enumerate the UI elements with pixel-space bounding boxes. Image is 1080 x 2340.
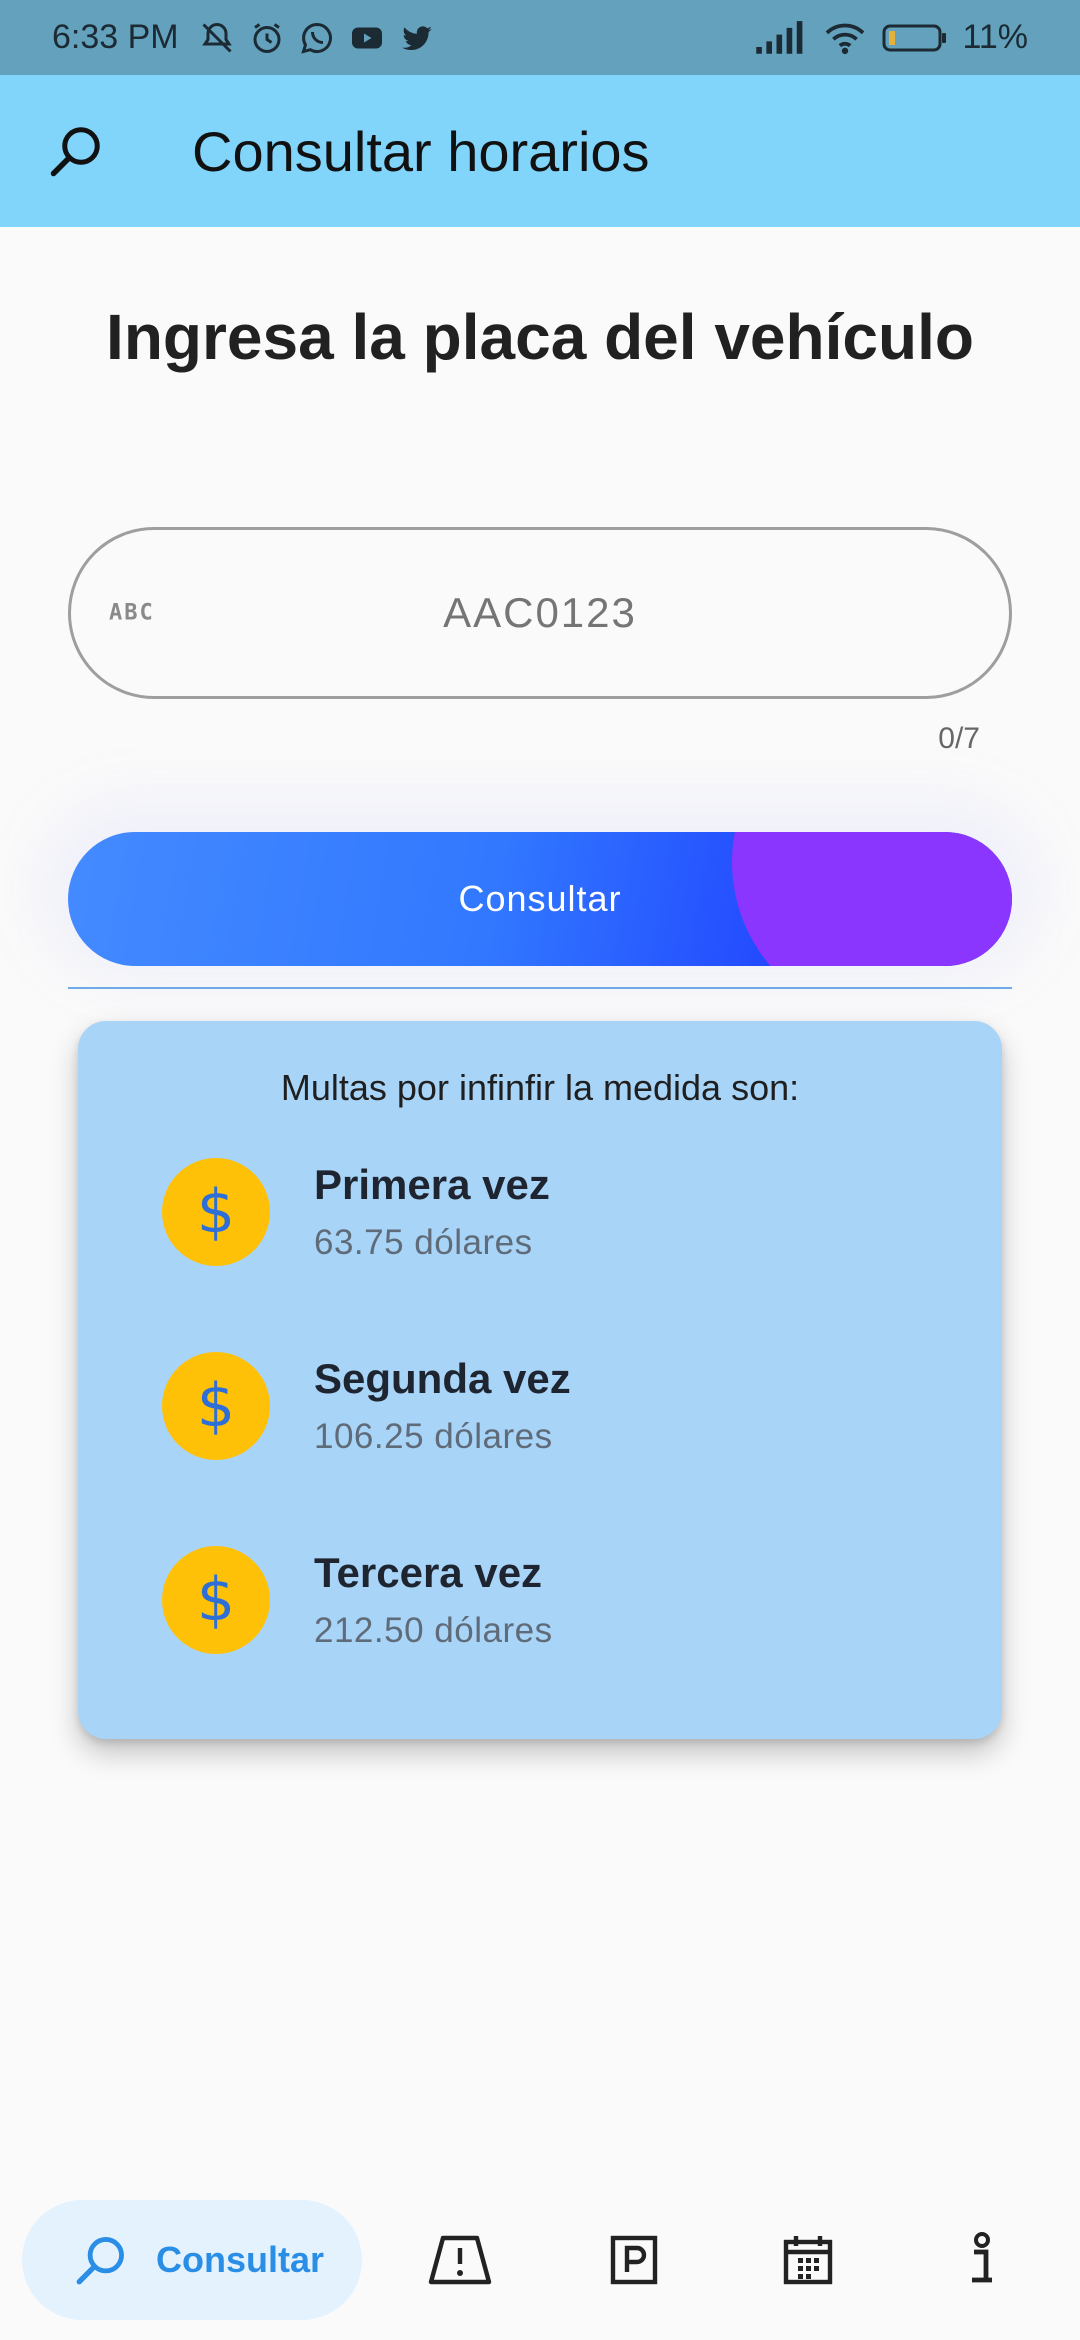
whatsapp-icon	[300, 22, 332, 54]
battery-percent: 11%	[962, 18, 1028, 56]
nav-item-road[interactable]	[424, 2228, 496, 2292]
nav-item-consultar[interactable]: Consultar	[22, 2200, 362, 2320]
alarm-icon	[253, 22, 281, 53]
fine-amount: 212.50 dólares	[314, 1611, 553, 1650]
dollar-icon: $	[162, 1352, 270, 1460]
plate-input-container[interactable]: ABC	[68, 527, 1012, 699]
status-bar: 6:33 PM 11%	[0, 0, 1080, 75]
calendar-icon	[783, 2236, 833, 2285]
abc-icon: ABC	[109, 600, 155, 626]
fine-amount: 63.75 dólares	[314, 1223, 533, 1262]
fine-item-third: $ Tercera vez 212.50 dólares	[162, 1545, 922, 1655]
twitter-icon	[401, 25, 432, 50]
consult-button[interactable]: Consultar	[68, 832, 1012, 966]
nav-item-parking[interactable]	[598, 2228, 670, 2292]
road-sign-icon	[428, 2235, 492, 2285]
fine-amount: 106.25 dólares	[314, 1417, 553, 1456]
bottom-navigation: Consultar	[0, 2180, 1080, 2340]
fine-label: Segunda vez	[314, 1355, 571, 1402]
consult-button-label: Consultar	[458, 878, 622, 919]
nav-item-info[interactable]	[946, 2228, 1018, 2292]
search-icon	[50, 127, 100, 177]
fine-label: Primera vez	[314, 1161, 550, 1208]
page-title: Consultar horarios	[192, 119, 650, 183]
youtube-icon	[351, 27, 382, 48]
nav-label-consultar: Consultar	[156, 2239, 325, 2280]
muted-alarm-icon	[201, 22, 232, 53]
plate-input[interactable]	[71, 530, 1009, 696]
fine-item-second: $ Segunda vez 106.25 dólares	[162, 1351, 922, 1461]
app-bar: Consultar horarios	[0, 75, 1080, 227]
button-decoration	[732, 832, 1012, 966]
parking-icon	[610, 2235, 658, 2285]
app-bar-search-button[interactable]	[36, 111, 116, 191]
dollar-icon: $	[162, 1158, 270, 1266]
fine-item-first: $ Primera vez 63.75 dólares	[162, 1157, 922, 1267]
info-icon	[972, 2232, 992, 2283]
plate-heading: Ingresa la placa del vehículo	[106, 301, 974, 373]
fine-label: Tercera vez	[314, 1549, 543, 1596]
status-time: 6:33 PM	[52, 18, 179, 56]
dollar-icon: $	[162, 1546, 270, 1654]
search-icon	[76, 2237, 124, 2285]
signal-icon	[756, 20, 803, 54]
fines-card: Multas por infinfir la medida son: $ Pri…	[78, 1021, 1002, 1739]
battery-icon	[882, 24, 947, 51]
nav-item-calendar[interactable]	[772, 2228, 844, 2292]
divider	[68, 987, 1012, 989]
fines-card-title: Multas por infinfir la medida son:	[280, 1067, 800, 1108]
character-counter: 0/7	[938, 722, 980, 755]
wifi-icon	[826, 23, 865, 54]
